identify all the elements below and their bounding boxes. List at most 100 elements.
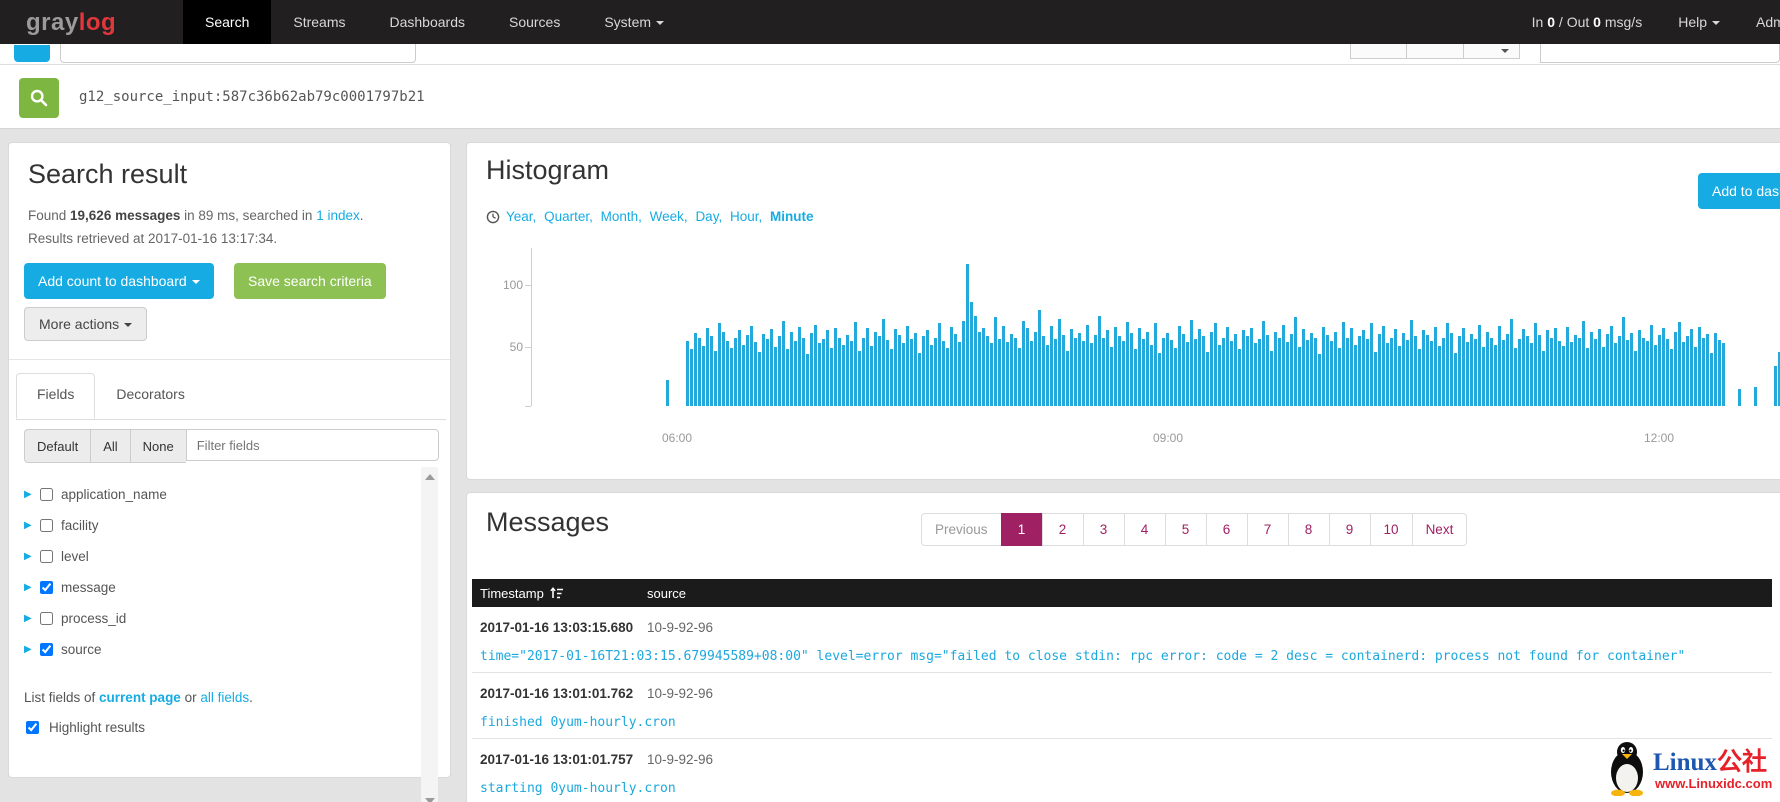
source-column-header[interactable]: source	[647, 586, 686, 601]
message-row[interactable]: 2017-01-16 13:01:01.75710-9-92-96startin…	[472, 739, 1772, 802]
page-4[interactable]: 4	[1124, 513, 1166, 546]
field-row-source: ▶source	[24, 634, 419, 665]
expand-field-icon[interactable]: ▶	[24, 582, 40, 593]
graylog-logo[interactable]: graylog	[26, 9, 116, 37]
page-10[interactable]: 10	[1370, 513, 1413, 546]
timerange-button-fragment[interactable]	[14, 45, 50, 62]
histogram-bar	[1250, 328, 1253, 406]
tab-fields[interactable]: Fields	[16, 373, 95, 419]
filter-fields-input[interactable]	[186, 429, 439, 461]
user-menu[interactable]: Administrator	[1756, 14, 1780, 30]
histogram-bar	[946, 348, 949, 406]
histogram-bar	[866, 328, 869, 406]
add-count-to-dashboard-button[interactable]: Add count to dashboard	[24, 263, 214, 299]
message-row[interactable]: 2017-01-16 13:01:01.76210-9-92-96finishe…	[472, 673, 1772, 739]
histogram-bar	[1010, 334, 1013, 406]
field-checkbox-level[interactable]	[40, 550, 53, 563]
histogram-bar	[1214, 323, 1217, 406]
histogram-bar	[782, 321, 785, 406]
search-submit-button[interactable]	[19, 78, 59, 118]
scroll-down-icon[interactable]	[425, 798, 435, 802]
histogram-bar	[762, 334, 765, 406]
message-row[interactable]: 2017-01-16 13:03:15.68010-9-92-96time="2…	[472, 607, 1772, 673]
default-fields-button[interactable]: Default	[24, 429, 90, 463]
histogram-bar	[1330, 341, 1333, 406]
all-fields-button[interactable]: All	[90, 429, 129, 463]
control-segment[interactable]	[1464, 44, 1519, 58]
field-checkbox-facility[interactable]	[40, 519, 53, 532]
chevron-down-icon	[124, 323, 132, 327]
field-list-scrollbar[interactable]	[421, 467, 438, 802]
page-3[interactable]: 3	[1083, 513, 1125, 546]
histogram-bar	[906, 326, 909, 406]
timestamp-column-header[interactable]: Timestamp	[480, 586, 564, 601]
nav-item-streams[interactable]: Streams	[271, 0, 367, 44]
resolution-week[interactable]: Week	[650, 209, 684, 224]
resolution-hour[interactable]: Hour	[730, 209, 759, 224]
page-9[interactable]: 9	[1329, 513, 1371, 546]
resolution-day[interactable]: Day	[695, 209, 718, 224]
next-page-button[interactable]: Next	[1412, 513, 1468, 546]
timerange-input-fragment[interactable]	[60, 44, 416, 63]
field-checkbox-source[interactable]	[40, 643, 53, 656]
histogram-bar	[1514, 348, 1517, 406]
page-1[interactable]: 1	[1001, 513, 1043, 546]
scroll-up-icon[interactable]	[425, 474, 435, 480]
tab-decorators[interactable]: Decorators	[95, 373, 205, 419]
field-row-facility: ▶facility	[24, 510, 419, 541]
message-text: finished 0yum-hourly.cron	[480, 715, 676, 730]
field-list: ▶application_name▶facility▶level▶message…	[24, 479, 419, 665]
histogram-bar	[1546, 330, 1549, 406]
histogram-bar	[1066, 351, 1069, 406]
add-to-dashboard-button[interactable]: Add to dashboard	[1698, 173, 1780, 209]
histogram-bar	[1134, 349, 1137, 406]
resolution-links: Year, Quarter, Month, Week, Day, Hour, M…	[506, 209, 814, 224]
control-segment[interactable]	[1407, 44, 1463, 58]
linuxidc-watermark: Linux公社 www.Linuxidc.com	[1605, 738, 1780, 799]
histogram-bars[interactable]	[666, 236, 1780, 406]
histogram-bar	[798, 327, 801, 406]
histogram-bar	[1150, 345, 1153, 406]
search-controls-fragment[interactable]	[1350, 44, 1520, 59]
help-menu[interactable]: Help	[1678, 14, 1720, 30]
page-6[interactable]: 6	[1206, 513, 1248, 546]
nav-item-search[interactable]: Search	[183, 0, 271, 44]
nav-item-sources[interactable]: Sources	[487, 0, 582, 44]
nav-item-dashboards[interactable]: Dashboards	[367, 0, 487, 44]
all-fields-link[interactable]: all fields	[200, 690, 249, 705]
histogram-bar	[1542, 351, 1545, 406]
resolution-month[interactable]: Month	[601, 209, 639, 224]
histogram-bar	[826, 330, 829, 406]
histogram-bar	[730, 348, 733, 406]
field-checkbox-application_name[interactable]	[40, 488, 53, 501]
expand-field-icon[interactable]: ▶	[24, 644, 40, 655]
nav-item-system[interactable]: System	[582, 0, 686, 44]
resolution-minute[interactable]: Minute	[770, 209, 814, 224]
page-2[interactable]: 2	[1042, 513, 1084, 546]
save-search-criteria-button[interactable]: Save search criteria	[234, 263, 386, 299]
histogram-bar	[1074, 338, 1077, 406]
current-page-link[interactable]: current page	[99, 690, 181, 705]
resolution-quarter[interactable]: Quarter	[544, 209, 589, 224]
search-query-input[interactable]	[77, 88, 1681, 106]
previous-page-button[interactable]: Previous	[921, 513, 1002, 546]
expand-field-icon[interactable]: ▶	[24, 489, 40, 500]
control-segment[interactable]	[1351, 44, 1407, 58]
page-7[interactable]: 7	[1247, 513, 1289, 546]
page-5[interactable]: 5	[1165, 513, 1207, 546]
expand-field-icon[interactable]: ▶	[24, 613, 40, 624]
histogram-bar	[1670, 349, 1673, 406]
expand-field-icon[interactable]: ▶	[24, 551, 40, 562]
histogram-bar	[1042, 336, 1045, 406]
more-actions-button[interactable]: More actions	[24, 307, 147, 341]
saved-search-input-fragment[interactable]	[1540, 44, 1780, 63]
histogram-bar	[1570, 342, 1573, 406]
index-link[interactable]: 1 index	[316, 208, 360, 223]
field-checkbox-process_id[interactable]	[40, 612, 53, 625]
highlight-results-checkbox[interactable]	[26, 721, 39, 734]
page-8[interactable]: 8	[1288, 513, 1330, 546]
none-fields-button[interactable]: None	[130, 429, 186, 463]
field-checkbox-message[interactable]	[40, 581, 53, 594]
expand-field-icon[interactable]: ▶	[24, 520, 40, 531]
resolution-year[interactable]: Year	[506, 209, 533, 224]
